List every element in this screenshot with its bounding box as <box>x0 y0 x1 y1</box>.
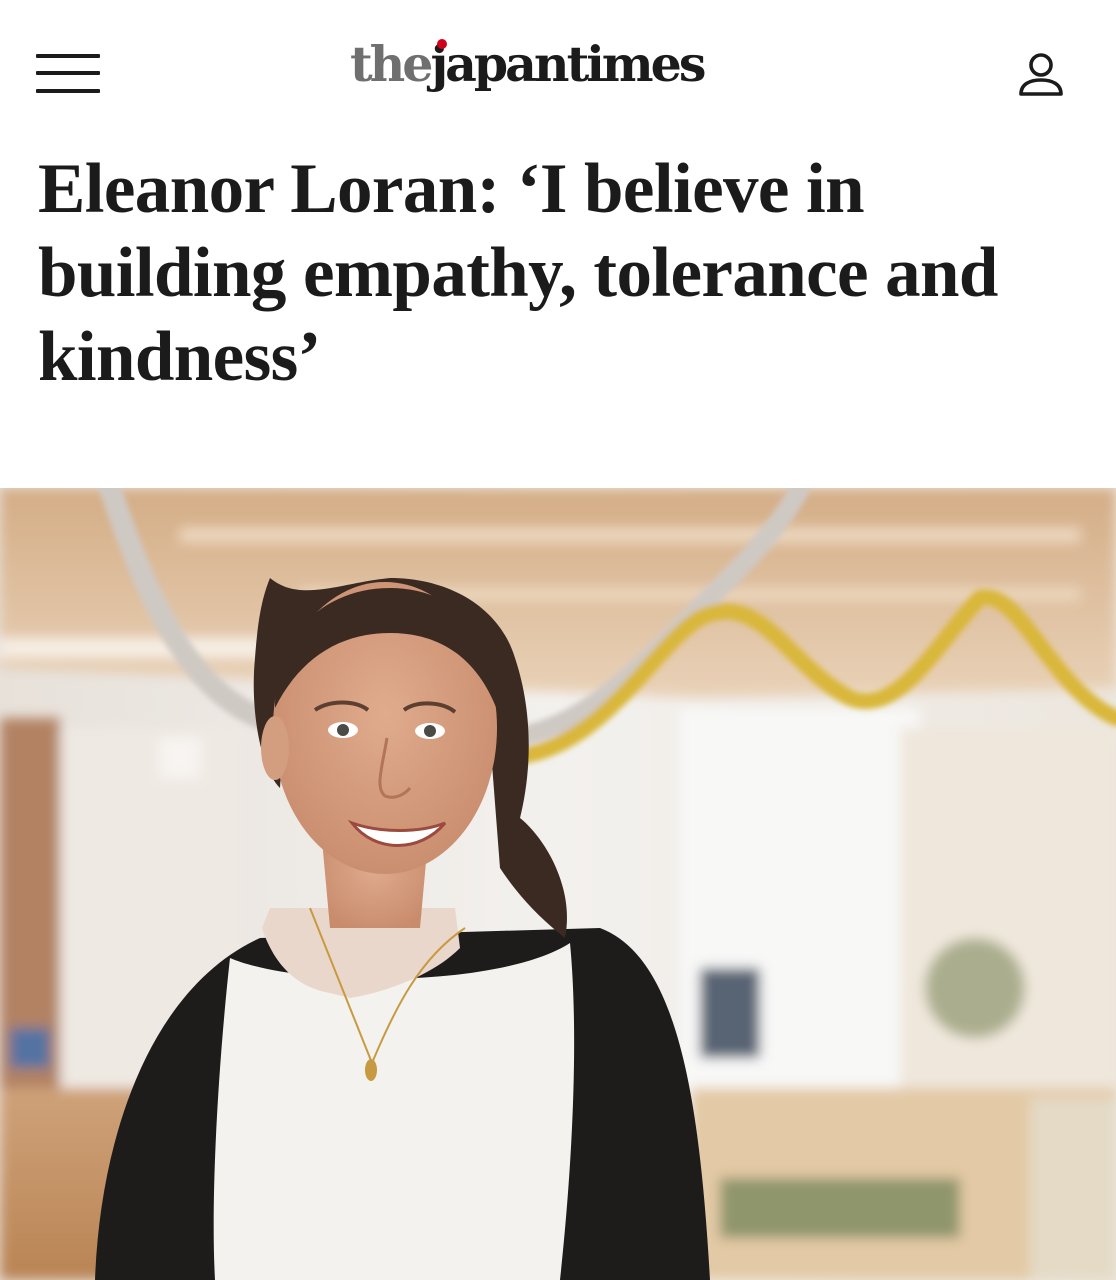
hamburger-menu-icon[interactable] <box>36 50 102 100</box>
logo-word-times: times <box>566 35 707 93</box>
article-headline: Eleanor Loran: ‘I believe in building em… <box>38 150 998 396</box>
logo-word-japan-text: japan <box>430 35 569 93</box>
site-header: the japan times <box>0 0 1116 130</box>
user-account-icon[interactable] <box>1016 52 1068 100</box>
user-account-icon-graphic <box>1019 53 1063 96</box>
menu-line <box>36 89 100 93</box>
logo-word-the: the <box>350 35 433 93</box>
hero-photo-illustration <box>0 488 1116 1280</box>
logo-word-japan: japan <box>430 34 569 94</box>
menu-line <box>36 54 100 58</box>
hero-photo[interactable] <box>0 488 1116 1280</box>
site-logo[interactable]: the japan times <box>350 34 707 104</box>
menu-line <box>36 71 100 75</box>
